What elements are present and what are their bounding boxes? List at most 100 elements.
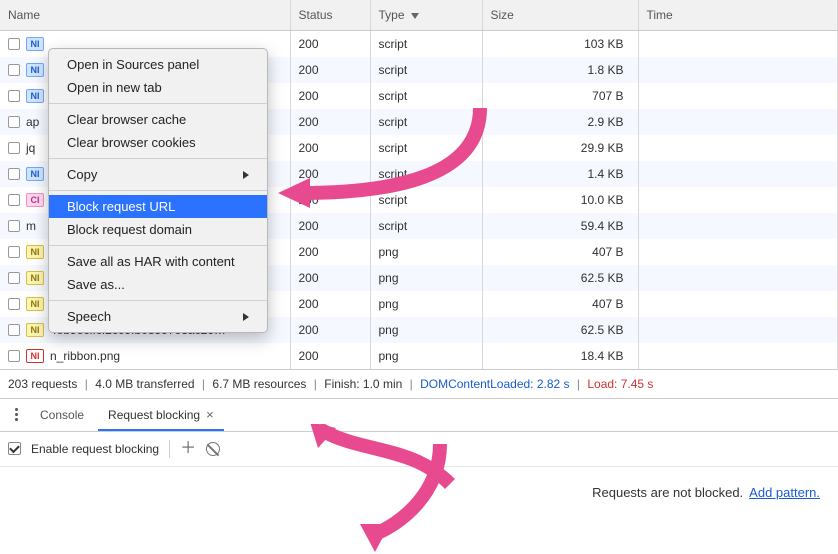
cell-time [638, 317, 838, 343]
cell-type: png [370, 291, 482, 317]
cell-type: script [370, 109, 482, 135]
file-type-badge: NI [26, 89, 44, 103]
col-time[interactable]: Time [638, 0, 838, 30]
cell-size: 103 KB [482, 30, 638, 57]
menu-open-sources[interactable]: Open in Sources panel [49, 53, 267, 76]
cell-type: png [370, 265, 482, 291]
status-domcontentloaded: DOMContentLoaded: 2.82 s [420, 377, 569, 391]
row-checkbox[interactable] [8, 272, 20, 284]
row-checkbox[interactable] [8, 142, 20, 154]
row-checkbox[interactable] [8, 246, 20, 258]
enable-blocking-checkbox[interactable] [8, 442, 21, 455]
add-pattern-button[interactable]: ＋ [180, 441, 196, 457]
file-name: jq [26, 141, 35, 155]
row-checkbox[interactable] [8, 168, 20, 180]
cell-status: 200 [290, 291, 370, 317]
status-finish: Finish: 1.0 min [324, 377, 402, 391]
menu-save-har[interactable]: Save all as HAR with content [49, 250, 267, 273]
network-status-bar: 203 requests | 4.0 MB transferred | 6.7 … [0, 369, 838, 398]
row-checkbox[interactable] [8, 64, 20, 76]
col-status[interactable]: Status [290, 0, 370, 30]
menu-block-domain[interactable]: Block request domain [49, 218, 267, 241]
cell-status: 200 [290, 57, 370, 83]
cell-status: 200 [290, 213, 370, 239]
cell-status: 200 [290, 161, 370, 187]
cell-type: script [370, 83, 482, 109]
file-type-badge: NI [26, 63, 44, 77]
cell-type: png [370, 239, 482, 265]
status-requests: 203 requests [8, 377, 77, 391]
col-name[interactable]: Name [0, 0, 290, 30]
close-icon[interactable]: × [206, 407, 214, 422]
cell-time [638, 187, 838, 213]
cell-status: 200 [290, 135, 370, 161]
clear-patterns-icon[interactable] [206, 442, 220, 456]
file-type-badge: NI [26, 349, 44, 363]
menu-clear-cookies[interactable]: Clear browser cookies [49, 131, 267, 154]
row-checkbox[interactable] [8, 194, 20, 206]
enable-blocking-label: Enable request blocking [31, 442, 159, 456]
file-type-badge: NI [26, 167, 44, 181]
row-checkbox[interactable] [8, 324, 20, 336]
status-load: Load: 7.45 s [587, 377, 653, 391]
request-blocking-toolbar: Enable request blocking ＋ [0, 432, 838, 467]
tab-console[interactable]: Console [30, 400, 94, 430]
cell-type: script [370, 30, 482, 57]
row-checkbox[interactable] [8, 350, 20, 362]
cell-size: 407 B [482, 239, 638, 265]
cell-size: 29.9 KB [482, 135, 638, 161]
cell-type: script [370, 213, 482, 239]
cell-size: 18.4 KB [482, 343, 638, 369]
cell-size: 707 B [482, 83, 638, 109]
file-type-badge: NI [26, 271, 44, 285]
row-checkbox[interactable] [8, 90, 20, 102]
submenu-caret-icon [243, 171, 249, 179]
cell-time [638, 161, 838, 187]
drawer-more-icon[interactable] [6, 408, 26, 421]
menu-open-new-tab[interactable]: Open in new tab [49, 76, 267, 99]
cell-size: 59.4 KB [482, 213, 638, 239]
file-type-badge: NI [26, 323, 44, 337]
menu-save-as[interactable]: Save as... [49, 273, 267, 296]
cell-size: 62.5 KB [482, 317, 638, 343]
cell-time [638, 239, 838, 265]
menu-speech[interactable]: Speech [49, 305, 267, 328]
row-checkbox[interactable] [8, 220, 20, 232]
file-name: n_ribbon.png [50, 349, 120, 363]
row-checkbox[interactable] [8, 298, 20, 310]
request-blocking-body: Requests are not blocked. Add pattern. [0, 467, 838, 518]
file-type-badge: NI [26, 245, 44, 259]
cell-type: png [370, 343, 482, 369]
menu-clear-cache[interactable]: Clear browser cache [49, 108, 267, 131]
cell-status: 200 [290, 239, 370, 265]
file-name: m [26, 219, 36, 233]
cell-type: script [370, 187, 482, 213]
table-row[interactable]: NIn_ribbon.png200png18.4 KB [0, 343, 838, 369]
cell-status: 200 [290, 265, 370, 291]
cell-status: 200 [290, 83, 370, 109]
cell-type: png [370, 317, 482, 343]
cell-status: 200 [290, 30, 370, 57]
cell-type: script [370, 57, 482, 83]
col-type[interactable]: Type [370, 0, 482, 30]
cell-time [638, 109, 838, 135]
menu-block-url[interactable]: Block request URL [49, 195, 267, 218]
cell-size: 62.5 KB [482, 265, 638, 291]
cell-type: script [370, 161, 482, 187]
add-pattern-link[interactable]: Add pattern. [749, 485, 820, 500]
cell-size: 2.9 KB [482, 109, 638, 135]
status-transferred: 4.0 MB transferred [95, 377, 194, 391]
menu-copy[interactable]: Copy [49, 163, 267, 186]
cell-status: 200 [290, 317, 370, 343]
col-size[interactable]: Size [482, 0, 638, 30]
cell-size: 10.0 KB [482, 187, 638, 213]
tab-request-blocking[interactable]: Request blocking × [98, 399, 224, 430]
cell-time [638, 291, 838, 317]
file-name: ap [26, 115, 39, 129]
row-checkbox[interactable] [8, 116, 20, 128]
not-blocked-label: Requests are not blocked. [592, 485, 743, 500]
cell-time [638, 135, 838, 161]
cell-type: script [370, 135, 482, 161]
row-checkbox[interactable] [8, 38, 20, 50]
cell-time [638, 343, 838, 369]
